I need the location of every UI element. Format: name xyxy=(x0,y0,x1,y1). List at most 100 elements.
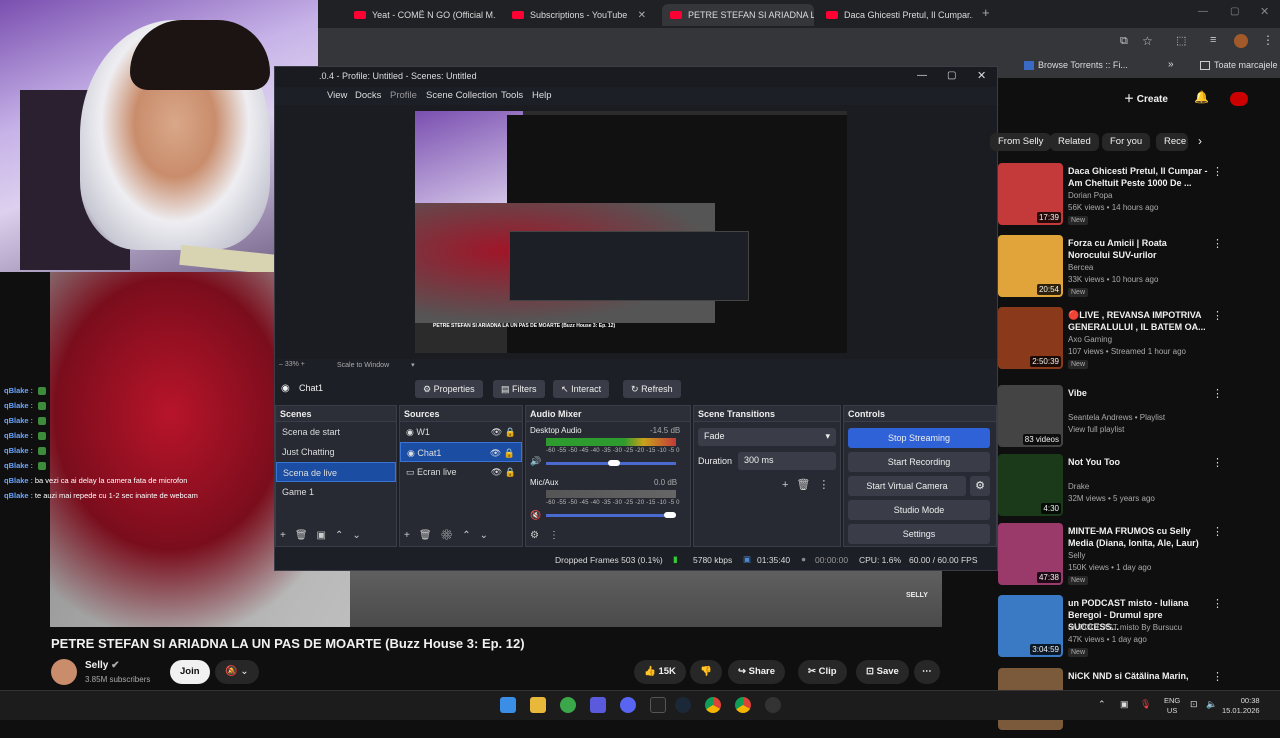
recommendation-item[interactable]: 20:54 Forza cu Amicii | Roata Norocului S… xyxy=(998,235,1278,305)
volume-slider[interactable] xyxy=(546,512,676,518)
start-recording-button[interactable]: Start Recording xyxy=(848,452,990,472)
clock[interactable]: 00:38 15.01.2026 xyxy=(1222,696,1260,716)
transition-toolbar[interactable]: +🗑⋮ xyxy=(782,478,837,491)
browser-tab[interactable]: Subscriptions - YouTube ✕ xyxy=(504,4,654,26)
app-icon[interactable] xyxy=(560,697,576,713)
recommendation-title[interactable]: Forza cu Amicii | Roata Norocului SUV-ur… xyxy=(1068,237,1208,261)
chip-from-selly[interactable]: From Selly xyxy=(990,133,1052,151)
close-icon[interactable]: ✕ xyxy=(977,69,986,82)
source-item[interactable]: ▭ Ecran live 👁 🔒 xyxy=(400,462,522,482)
minimize-icon[interactable]: — xyxy=(917,70,927,81)
slider-knob[interactable] xyxy=(664,512,676,518)
install-icon[interactable]: ⧉ xyxy=(1120,35,1128,48)
more-icon[interactable]: ⋮ xyxy=(1212,525,1223,538)
zoom-control[interactable]: – 33% + xyxy=(279,361,305,368)
more-icon[interactable]: ⋮ xyxy=(1212,309,1223,322)
profile-avatar[interactable] xyxy=(1234,34,1248,48)
mic-icon[interactable]: 🎙 xyxy=(1140,699,1151,710)
video-thumbnail[interactable]: 3:04:59 xyxy=(998,595,1063,657)
mic-muted-icon[interactable]: 🔇 xyxy=(530,510,541,521)
volume-slider[interactable] xyxy=(546,460,676,466)
menu-help[interactable]: Help xyxy=(532,90,552,101)
menu-docks[interactable]: Docks xyxy=(355,90,381,101)
tray-chevron-icon[interactable]: ⌃ xyxy=(1098,699,1106,710)
video-thumbnail[interactable]: 47:38 xyxy=(998,523,1063,585)
tray-icon[interactable]: ▣ xyxy=(1120,699,1129,710)
menu-tools[interactable]: Tools xyxy=(501,90,523,101)
channel-name[interactable]: Selly ✔ xyxy=(85,660,120,671)
file-explorer-icon[interactable] xyxy=(530,697,546,713)
clip-button[interactable]: ✂ Clip xyxy=(798,660,847,684)
browser-tab-active[interactable]: PETRE STEFAN SI ARIADNA LA U...✕ xyxy=(662,4,814,26)
more-icon[interactable]: ⋮ xyxy=(1212,597,1223,610)
source-toolbar-buttons[interactable]: +🗑⚙⌃⌄ xyxy=(404,530,497,541)
studio-mode-button[interactable]: Studio Mode xyxy=(848,500,990,520)
browser-tab[interactable]: Yeat - COMË N GO (Official M...✕ xyxy=(346,4,496,26)
slider-knob[interactable] xyxy=(608,460,620,466)
volume-icon[interactable]: 🔈 xyxy=(1206,699,1217,710)
share-button[interactable]: ↪ Share xyxy=(728,660,786,684)
new-tab-icon[interactable]: + xyxy=(982,5,990,20)
interact-button[interactable]: ↖ Interact xyxy=(553,380,610,398)
close-icon[interactable]: ✕ xyxy=(632,10,646,21)
join-button[interactable]: Join xyxy=(170,660,210,684)
more-icon[interactable]: ⋮ xyxy=(1212,165,1223,178)
recommendation-item[interactable]: 2:50:39 🔴LIVE , REVANSA IMPOTRIVA GENERAL… xyxy=(998,307,1278,377)
chrome-icon[interactable] xyxy=(705,697,721,713)
eye-lock-icon[interactable]: 👁 🔒 xyxy=(490,448,515,459)
minimize-icon[interactable]: — xyxy=(1198,6,1208,17)
video-thumbnail[interactable]: 20:54 xyxy=(998,235,1063,297)
save-button[interactable]: ⊡ Save xyxy=(856,660,909,684)
more-icon[interactable]: ⋮ xyxy=(1212,387,1223,400)
chip-related[interactable]: Related xyxy=(1050,133,1099,151)
extensions-icon[interactable]: ⬚ xyxy=(1176,34,1186,47)
mixer-toolbar[interactable]: ⚙⋮ xyxy=(530,530,569,541)
recommendation-title[interactable]: MINTE-MA FRUMOS cu Selly Media (Diana, I… xyxy=(1068,525,1208,549)
duration-input[interactable]: 300 ms xyxy=(738,452,836,470)
scene-item[interactable]: Scena de start xyxy=(276,422,396,442)
source-item[interactable]: ◉ W1 👁 🔒 xyxy=(400,422,522,442)
recommendation-title[interactable]: Vibe xyxy=(1068,387,1208,399)
stop-streaming-button[interactable]: Stop Streaming xyxy=(848,428,990,448)
speaker-icon[interactable]: 🔊 xyxy=(530,456,541,467)
virtual-camera-button[interactable]: Start Virtual Camera xyxy=(848,476,966,496)
eye-lock-icon[interactable]: 👁 🔒 xyxy=(491,467,516,478)
maximize-icon[interactable]: ▢ xyxy=(1230,6,1239,17)
epic-games-icon[interactable] xyxy=(650,697,666,713)
close-window-icon[interactable]: ✕ xyxy=(1260,5,1269,18)
browser-tab[interactable]: Daca Ghicesti Pretul, Il Cumpar...✕ xyxy=(818,4,973,26)
properties-button[interactable]: ⚙ Properties xyxy=(415,380,483,398)
menu-profile[interactable]: Profile xyxy=(390,90,417,101)
all-bookmarks[interactable]: Toate marcajele xyxy=(1200,60,1278,71)
scene-toolbar[interactable]: +🗑▣⌃⌄ xyxy=(280,530,370,541)
network-icon[interactable]: ⊡ xyxy=(1190,699,1198,710)
scene-item-selected[interactable]: Scena de live xyxy=(276,462,396,482)
menu-icon[interactable]: ⋮ xyxy=(1262,33,1274,47)
scene-item[interactable]: Just Chatting xyxy=(276,442,396,462)
more-icon[interactable]: ⋮ xyxy=(1212,237,1223,250)
scale-dropdown[interactable]: Scale to Window ▾ xyxy=(337,361,415,369)
chevron-right-icon[interactable]: » xyxy=(1168,59,1174,70)
menu-scene-collection[interactable]: Scene Collection xyxy=(426,90,497,101)
video-thumbnail[interactable]: 17:39 xyxy=(998,163,1063,225)
create-button[interactable]: ＋ Create xyxy=(1124,90,1168,110)
bell-icon[interactable]: 🔔 xyxy=(1194,90,1209,104)
subscribed-bell-button[interactable]: 🔕 ⌄ xyxy=(215,660,259,684)
recommendation-item[interactable]: 4:30 Not You Too Drake 32M views • 5 years … xyxy=(998,454,1278,524)
transition-select[interactable]: Fade ▾ xyxy=(698,428,836,446)
maximize-icon[interactable]: ▢ xyxy=(947,70,956,81)
chrome-icon[interactable] xyxy=(735,697,751,713)
video-thumbnail[interactable]: 2:50:39 xyxy=(998,307,1063,369)
avatar[interactable] xyxy=(1230,92,1248,106)
recommendation-item[interactable]: 17:39 Daca Ghicesti Pretul, Il Cumpar - A… xyxy=(998,163,1278,233)
bookmark-item[interactable]: Browse Torrents :: Fi... xyxy=(1024,60,1128,71)
language-indicator[interactable]: ENG US xyxy=(1164,696,1180,716)
video-thumbnail[interactable]: 4:30 xyxy=(998,454,1063,516)
recommendation-title[interactable]: Daca Ghicesti Pretul, Il Cumpar - Am Che… xyxy=(1068,165,1208,189)
settings-button[interactable]: Settings xyxy=(848,524,990,544)
recommendation-item[interactable]: 47:38 MINTE-MA FRUMOS cu Selly Media (Dia… xyxy=(998,523,1278,593)
obs-preview[interactable]: PETRE STEFAN SI ARIADNA LA UN PAS DE MOA… xyxy=(275,105,997,359)
star-icon[interactable]: ☆ xyxy=(1142,34,1153,48)
recommendation-item[interactable]: 3:04:59 un PODCAST misto - Iuliana Berego… xyxy=(998,595,1278,665)
source-item-selected[interactable]: ◉ Chat1 👁 🔒 xyxy=(400,442,522,462)
